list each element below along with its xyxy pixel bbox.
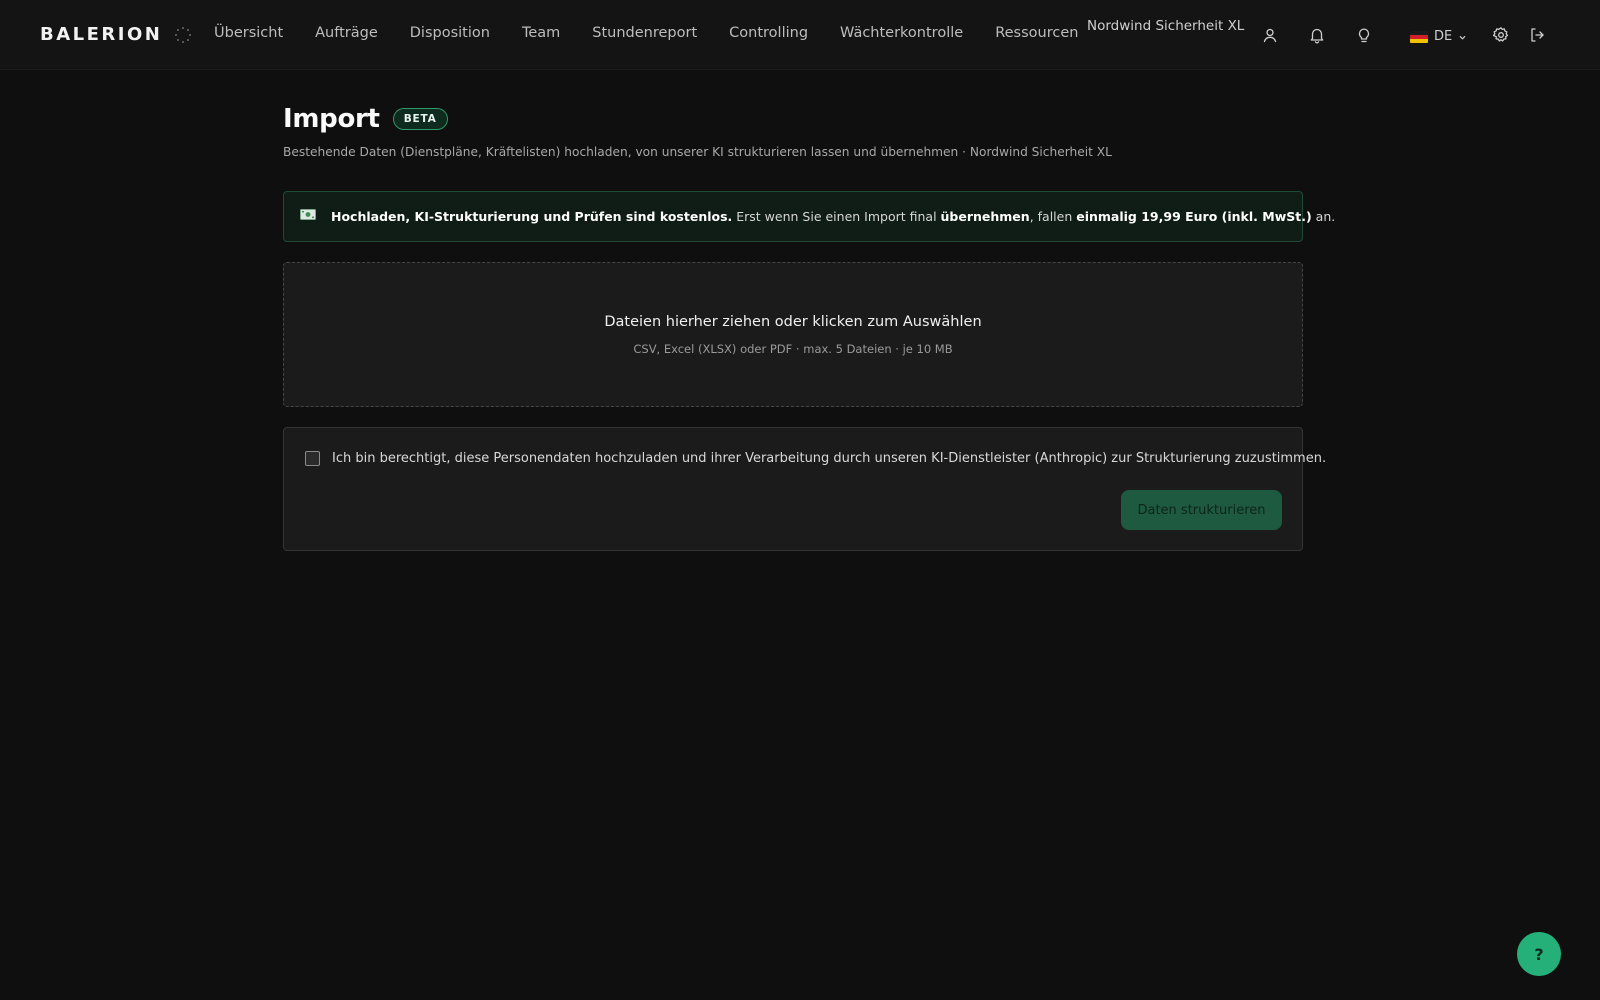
nav-item-disposition[interactable]: Disposition — [410, 25, 490, 41]
brand-name: BALERION — [40, 24, 163, 45]
top-navigation-bar: BALERION Übersicht Aufträge Disposition … — [0, 0, 1600, 70]
pricing-notice-text: Hochladen, KI-Strukturierung und Prüfen … — [331, 209, 1335, 224]
dropzone-subtitle: CSV, Excel (XLSX) oder PDF · max. 5 Date… — [633, 342, 953, 356]
company-name[interactable]: Nordwind Sicherheit XL — [1087, 18, 1244, 34]
file-dropzone[interactable]: Dateien hierher ziehen oder klicken zum … — [283, 262, 1303, 407]
gear-icon[interactable] — [1492, 26, 1510, 44]
consent-checkbox[interactable] — [305, 451, 320, 466]
germany-flag-icon — [1410, 30, 1428, 43]
nav-item-ressourcen[interactable]: Ressourcen — [995, 25, 1078, 41]
language-selector[interactable]: DE — [1410, 27, 1467, 46]
consent-panel: Ich bin berechtigt, diese Personendaten … — [283, 427, 1326, 551]
nav-item-auftraege[interactable]: Aufträge — [315, 25, 378, 41]
notice-adopt-text: übernehmen — [940, 209, 1030, 224]
chevron-down-icon — [1458, 27, 1467, 46]
structure-data-button[interactable]: Daten strukturieren — [1121, 490, 1282, 530]
nav-item-controlling[interactable]: Controlling — [729, 25, 808, 41]
nav-item-team[interactable]: Team — [522, 25, 560, 41]
lightbulb-icon[interactable] — [1355, 26, 1373, 44]
page-subtitle: Bestehende Daten (Dienstpläne, Kräftelis… — [283, 145, 1112, 159]
dots-ring-icon — [174, 26, 192, 44]
notice-text-part: an. — [1311, 209, 1336, 224]
language-label: DE — [1434, 29, 1453, 44]
bell-icon[interactable] — [1308, 26, 1326, 44]
user-icon[interactable] — [1261, 26, 1279, 44]
consent-text: Ich bin berechtigt, diese Personendaten … — [332, 451, 1327, 466]
notice-text-part: Erst wenn Sie einen Import final — [732, 209, 941, 224]
beta-badge: BETA — [392, 108, 448, 130]
nav-item-waechterkontrolle[interactable]: Wächterkontrolle — [840, 25, 963, 41]
logout-icon[interactable] — [1528, 26, 1546, 44]
page-title: Import — [283, 104, 380, 134]
nav-item-stundenreport[interactable]: Stundenreport — [592, 25, 697, 41]
title-row: Import BETA — [283, 104, 448, 134]
nav-item-uebersicht[interactable]: Übersicht — [214, 25, 283, 41]
main-nav: Übersicht Aufträge Disposition Team Stun… — [214, 25, 1110, 41]
dropzone-title: Dateien hierher ziehen oder klicken zum … — [604, 314, 982, 330]
structure-data-label: Daten strukturieren — [1137, 502, 1266, 518]
brand[interactable]: BALERION — [40, 24, 192, 45]
help-button[interactable]: ? — [1517, 932, 1561, 976]
notice-free-text: Hochladen, KI-Strukturierung und Prüfen … — [331, 209, 733, 224]
pricing-notice: Hochladen, KI-Strukturierung und Prüfen … — [283, 191, 1335, 242]
notice-price-text: einmalig 19,99 Euro (inkl. MwSt.) — [1076, 209, 1312, 224]
notice-text-part: , fallen — [1029, 209, 1077, 224]
